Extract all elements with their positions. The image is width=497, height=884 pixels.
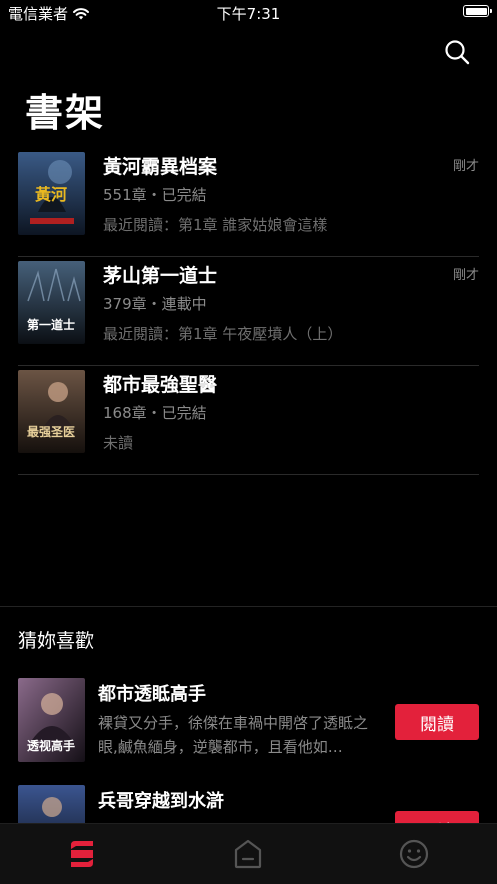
cover-title-text: 黃河 — [34, 185, 67, 204]
book-row[interactable]: 最强圣医 都市最強聖醫 168章・已完結 未讀 — [18, 366, 479, 475]
book-cover: 第一道士 — [18, 261, 85, 344]
book-chapter-status: 168章・已完結 — [103, 404, 207, 422]
bookshelf-logo-icon — [71, 841, 93, 867]
book-cover: 黃河 — [18, 152, 85, 235]
book-chapter-status: 379章・連載中 — [103, 295, 207, 313]
book-chapter-status: 551章・已完結 — [103, 186, 207, 204]
book-title: 黃河霸異档案 — [103, 156, 218, 178]
read-button[interactable]: 閱讀 — [395, 704, 479, 740]
home-icon — [234, 839, 262, 869]
status-bar: 電信業者 下午7:31 — [0, 0, 497, 26]
bookshelf-list: 黃河 黃河霸異档案 551章・已完結 最近閱讀：第1章 誰家姑娘會這樣 剛才 第… — [18, 148, 479, 475]
recommendation-title: 都市透眡高手 — [98, 684, 206, 705]
book-title: 都市最強聖醫 — [103, 374, 218, 396]
section-divider — [0, 606, 497, 607]
status-time: 下午7:31 — [216, 5, 281, 23]
book-last-read: 最近閱讀：第1章 誰家姑娘會這樣 — [103, 216, 328, 234]
recommendation-item[interactable]: 透视高手 都市透眡高手 裸貸又分手，徐傑在車禍中開啓了透眡之眼,鹹魚緬身，逆襲都… — [18, 678, 479, 773]
book-title: 茅山第一道士 — [103, 265, 218, 287]
book-read-time: 剛才 — [452, 159, 479, 174]
search-button[interactable] — [440, 36, 474, 70]
page-title: 書架 — [25, 91, 106, 135]
recommendation-title: 兵哥穿越到水滸 — [98, 791, 224, 812]
tab-home[interactable] — [230, 836, 266, 872]
tab-shelf[interactable] — [64, 836, 100, 872]
book-read-time: 剛才 — [452, 268, 479, 283]
book-cover: 透视高手 — [18, 678, 85, 762]
smiley-icon — [399, 839, 429, 869]
search-icon — [445, 40, 470, 65]
book-last-read: 最近閱讀：第1章 午夜壓墳人（上） — [103, 325, 343, 343]
recommendation-description: 裸貸又分手，徐傑在車禍中開啓了透眡之眼,鹹魚緬身，逆襲都市，且看他如… — [98, 714, 369, 756]
recommendations-title: 猜妳喜歡 — [18, 630, 95, 652]
book-row[interactable]: 第一道士 茅山第一道士 379章・連載中 最近閱讀：第1章 午夜壓墳人（上） 剛… — [18, 257, 479, 366]
tab-bar — [0, 823, 497, 884]
battery-icon — [463, 5, 492, 17]
tab-profile[interactable] — [396, 836, 432, 872]
cover-title-text: 第一道士 — [27, 317, 75, 332]
cover-title-text: 透视高手 — [27, 738, 75, 753]
book-cover: 最强圣医 — [18, 370, 85, 453]
cover-title-text: 最强圣医 — [27, 425, 75, 439]
book-row[interactable]: 黃河 黃河霸異档案 551章・已完結 最近閱讀：第1章 誰家姑娘會這樣 剛才 — [18, 148, 479, 257]
book-last-read: 未讀 — [103, 434, 134, 452]
